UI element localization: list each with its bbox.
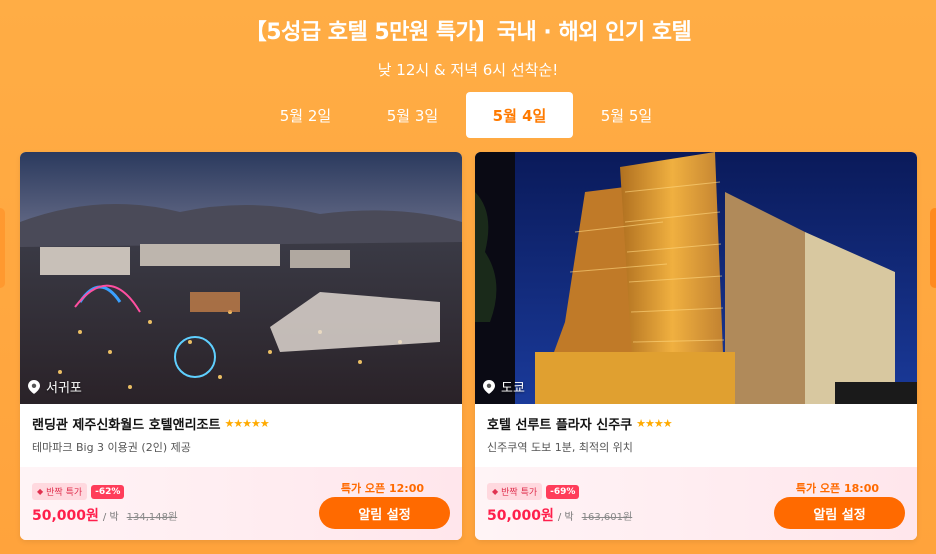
carousel-next-handle[interactable] [930, 208, 936, 288]
hotel-description: 테마파크 Big 3 이용권 (2인) 제공 [32, 441, 191, 454]
hotel-photo: 도쿄 [475, 152, 917, 404]
flash-sale-label: 반짝 특가 [46, 488, 83, 498]
tag-icon: ◆ [492, 487, 499, 496]
location-text: 도쿄 [501, 381, 525, 396]
star-rating: ★★★★★ [224, 417, 269, 430]
star-rating: ★★★★ [636, 417, 672, 430]
page-subtitle: 낮 12시 & 저녁 6시 선착순! [377, 61, 559, 79]
page-title: 【5성급 호텔 5만원 특가】국내 · 해외 인기 호텔 [244, 20, 692, 45]
location-label: 서귀포 [28, 377, 82, 396]
flash-sale-tag: ◆ 반짝 특가 [487, 483, 543, 500]
hotel-name: 랜딩관 제주신화월드 호텔앤리조트 [32, 418, 221, 433]
hotel-description: 신주쿠역 도보 1분, 최적의 위치 [487, 441, 633, 454]
hotel-card[interactable]: 서귀포 랜딩관 제주신화월드 호텔앤리조트 ★★★★★ 테마파크 Big 3 이… [20, 152, 462, 540]
carousel-prev-handle[interactable] [0, 208, 5, 288]
discount-badge: -69% [546, 484, 580, 499]
sale-price: 50,000원 [32, 508, 99, 524]
hotel-name: 호텔 선루트 플라자 신주쿠 [487, 418, 633, 433]
discount-badge: -62% [91, 484, 125, 499]
hotel-card[interactable]: 도쿄 호텔 선루트 플라자 신주쿠 ★★★★ 신주쿠역 도보 1분, 최적의 위… [475, 152, 917, 540]
location-pin-icon [483, 379, 495, 394]
location-pin-icon [28, 379, 40, 394]
location-text: 서귀포 [46, 381, 82, 396]
original-price: 134,148원 [126, 512, 178, 523]
tab-may-5[interactable]: 5월 5일 [573, 92, 680, 138]
tab-may-2[interactable]: 5월 2일 [252, 92, 359, 138]
tab-may-4[interactable]: 5월 4일 [466, 92, 573, 138]
set-alert-button[interactable]: 알림 설정 [319, 497, 450, 529]
flash-sale-tag: ◆ 반짝 특가 [32, 483, 88, 500]
price-unit: / 박 [102, 512, 119, 523]
sale-open-time: 특가 오픈 12:00 [340, 482, 424, 495]
flash-sale-label: 반짝 특가 [501, 488, 538, 498]
set-alert-button[interactable]: 알림 설정 [774, 497, 905, 529]
original-price: 163,601원 [581, 512, 633, 523]
tag-icon: ◆ [37, 487, 44, 496]
price-unit: / 박 [557, 512, 574, 523]
sale-price: 50,000원 [487, 508, 554, 524]
date-tabs: 5월 2일 5월 3일 5월 4일 5월 5일 [252, 92, 680, 138]
hotel-photo: 서귀포 [20, 152, 462, 404]
tab-may-3[interactable]: 5월 3일 [359, 92, 466, 138]
location-label: 도쿄 [483, 377, 525, 396]
sale-open-time: 특가 오픈 18:00 [795, 482, 879, 495]
